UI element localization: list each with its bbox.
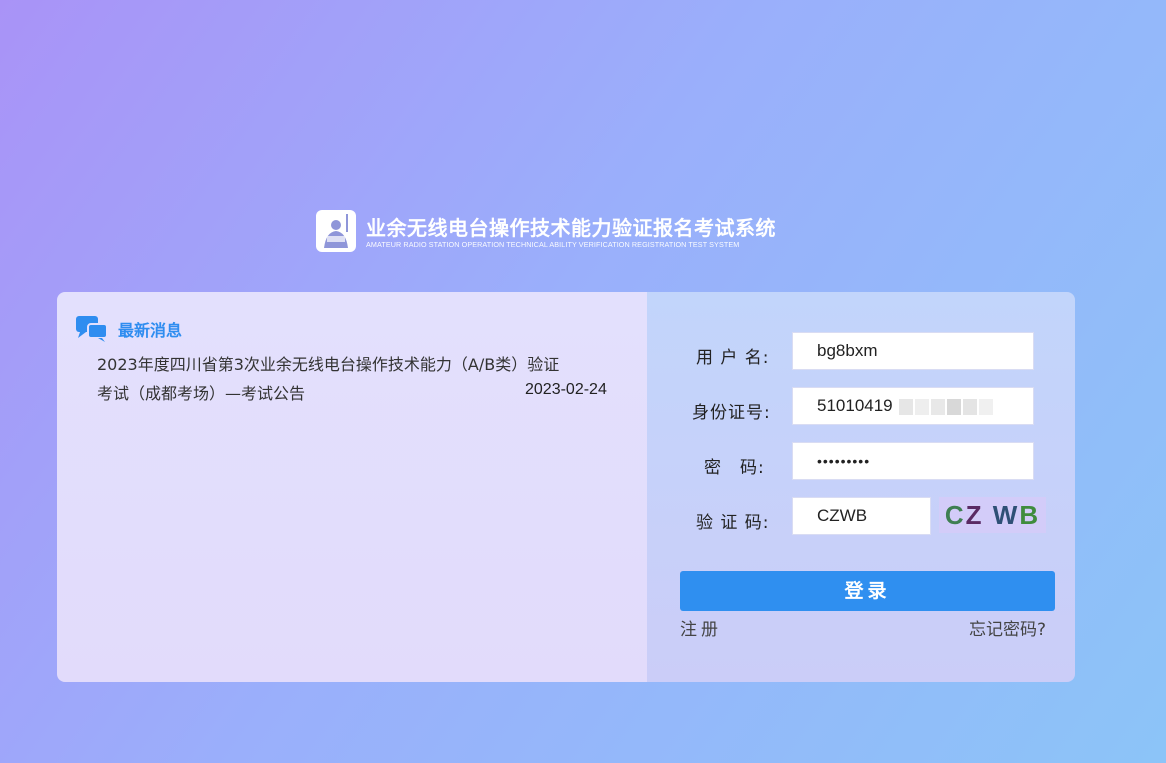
captcha-image[interactable]: CZ WB	[939, 497, 1046, 533]
radio-operator-logo-icon	[316, 210, 356, 252]
password-field[interactable]: •••••••••	[792, 442, 1034, 480]
id-number-value: 51010419	[817, 396, 893, 415]
captcha-label: 验 证 码:	[696, 513, 770, 533]
news-link[interactable]: 2023年度四川省第3次业余无线电台操作技术能力（A/B类）验证考试（成都考场）…	[97, 350, 575, 408]
system-subtitle: AMATEUR RADIO STATION OPERATION TECHNICA…	[366, 240, 740, 249]
news-panel: 最新消息 2023年度四川省第3次业余无线电台操作技术能力（A/B类）验证考试（…	[57, 292, 647, 682]
id-number-field[interactable]: 51010419	[792, 387, 1034, 425]
news-date: 2023-02-24	[525, 381, 607, 398]
id-number-label: 身份证号:	[692, 403, 771, 423]
captcha-char: C	[944, 500, 966, 530]
forgot-password-link[interactable]: 忘记密码?	[969, 615, 1046, 640]
news-heading: 最新消息	[118, 321, 183, 340]
captcha-char: B	[1019, 500, 1041, 530]
main-panel: 最新消息 2023年度四川省第3次业余无线电台操作技术能力（A/B类）验证考试（…	[57, 292, 1075, 682]
password-label: 密 码:	[704, 458, 765, 478]
username-label: 用 户 名:	[696, 348, 770, 368]
redacted-blur	[899, 398, 994, 415]
captcha-input[interactable]: CZWB	[792, 497, 931, 535]
login-panel: 用 户 名: bg8bxm 身份证号: 51010419 密 码: ••••••…	[647, 292, 1075, 682]
register-link[interactable]: 注册	[680, 615, 722, 640]
login-button[interactable]: 登录	[680, 571, 1055, 611]
username-field[interactable]: bg8bxm	[792, 332, 1034, 370]
chat-bubbles-icon	[76, 316, 108, 342]
captcha-char: Z	[965, 500, 984, 530]
system-title: 业余无线电台操作技术能力验证报名考试系统	[366, 216, 776, 240]
captcha-char: W	[992, 500, 1020, 530]
